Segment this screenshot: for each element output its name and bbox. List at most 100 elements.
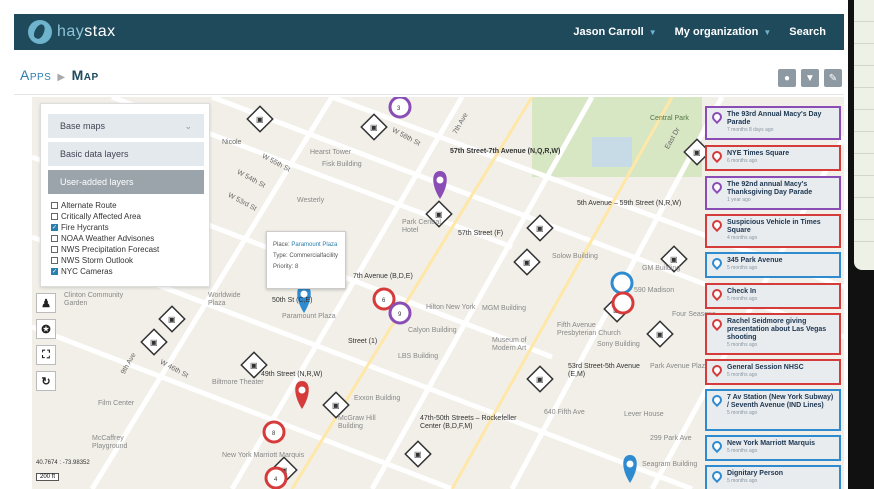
layer-item-noaa[interactable]: NOAA Weather Advisones: [51, 233, 159, 244]
poi-hearst: Hearst Tower: [310, 149, 352, 156]
camera-marker[interactable]: ▣: [322, 391, 350, 419]
camera-marker[interactable]: ▣: [140, 328, 168, 356]
alert-item[interactable]: NYE Times Square 6 months ago: [705, 145, 841, 171]
alert-item[interactable]: Check In 5 months ago: [705, 283, 841, 309]
poi-lbs: LBS Building: [398, 353, 439, 360]
haystax-logo[interactable]: haystax: [28, 20, 116, 44]
logo-prefix: hay: [57, 23, 85, 40]
svg-text:▣: ▣: [256, 115, 264, 124]
alert-item[interactable]: Dignitary Person 5 months ago: [705, 465, 841, 489]
layers-panel: Base maps ⌄ Basic data layers User-added …: [40, 103, 210, 287]
user-menu[interactable]: Jason Carroll ▼: [573, 26, 656, 38]
poi-central-park: Central Park: [650, 115, 689, 122]
poi-hilton: Hilton New York: [426, 304, 476, 311]
svg-text:▣: ▣: [523, 258, 531, 267]
purple-location-pin[interactable]: [433, 171, 447, 199]
subway-label-57th-f: 57th Street (F): [458, 230, 504, 237]
compass-icon[interactable]: ✪: [36, 319, 56, 339]
subway-label-57th-7th: 57th Street-7th Avenue (N,Q,R,W): [450, 148, 561, 155]
tab-basic-data-layers[interactable]: Basic data layers: [48, 142, 204, 166]
page-header: Apps ▶ Map ● ▼ ✎: [14, 50, 844, 95]
red-location-pin[interactable]: [295, 381, 309, 409]
svg-text:▣: ▣: [250, 361, 258, 370]
layer-item-nws-storm[interactable]: NWS Storm Outlook: [51, 255, 159, 266]
alert-item[interactable]: Rachel Seidmore giving presentation abou…: [705, 313, 841, 355]
checkbox[interactable]: [51, 235, 58, 242]
blue-location-pin[interactable]: [623, 455, 637, 483]
logo-icon: [28, 20, 52, 44]
svg-text:▣: ▣: [656, 330, 664, 339]
checkbox[interactable]: [51, 202, 58, 209]
search-link[interactable]: Search: [789, 26, 826, 38]
location-pin-icon: [709, 148, 725, 164]
map-tools: ♟ ✪ ⛶ ↻: [36, 293, 56, 397]
alert-item[interactable]: 345 Park Avenue 5 months ago: [705, 252, 841, 278]
chevron-down-icon: ▼: [648, 27, 657, 37]
poi-lever-house: Lever House: [624, 411, 664, 418]
page-title: Map: [71, 67, 99, 83]
top-nav-bar: haystax Jason Carroll ▼ My organization …: [14, 14, 844, 50]
phone-screen: [854, 0, 874, 270]
poi-westerly: Westerly: [297, 197, 325, 204]
organization-menu[interactable]: My organization ▼: [675, 26, 772, 38]
alert-item[interactable]: 7 Av Station (New York Subway) / Seventh…: [705, 389, 841, 431]
subway-label-5th-59th: 5th Avenue – 59th Street (N,R,W): [577, 200, 682, 207]
alert-item[interactable]: New York Marriott Marquis 5 months ago: [705, 435, 841, 461]
camera-marker[interactable]: ▣: [646, 320, 674, 348]
scale-bar: 200 ft: [36, 473, 60, 481]
alert-item[interactable]: Suspicious Vehicle in Times Square 4 mont…: [705, 214, 841, 248]
layer-item-critically-affected[interactable]: Critically Affected Area: [51, 211, 159, 222]
tab-user-added-layers[interactable]: User-added layers: [48, 170, 204, 194]
cluster-marker[interactable]: [611, 291, 635, 315]
layer-item-nyc-cameras[interactable]: NYC Cameras: [51, 266, 159, 277]
checkbox[interactable]: [51, 246, 58, 253]
svg-text:▣: ▣: [670, 255, 678, 264]
checkbox[interactable]: [51, 213, 58, 220]
subway-label-49th: 49th Street (N,R,W): [261, 371, 323, 378]
camera-marker[interactable]: ▣: [526, 365, 554, 393]
street-nicole: Nicole: [222, 139, 242, 146]
chevron-down-icon: ⌄: [184, 120, 192, 131]
subway-label-47th-50th: 47th-50th Streets – Rockefeller Center (…: [420, 415, 517, 430]
poi-590-madison: 590 Madison: [634, 287, 675, 294]
place-popup: Place: Paramount Plaza Type: Commercialf…: [266, 231, 346, 289]
svg-text:▣: ▣: [693, 148, 701, 157]
camera-marker[interactable]: ▣: [513, 248, 541, 276]
poi-park-ave-plaza: Park Avenue Plaza: [650, 363, 710, 370]
checkbox[interactable]: [51, 257, 58, 264]
popup-priority: Priority: 8: [273, 264, 299, 270]
poi-solow: Solow Building: [552, 253, 598, 260]
checkbox-checked[interactable]: [51, 224, 58, 231]
location-pin-icon: [709, 217, 725, 233]
chevron-right-icon: ▶: [57, 72, 66, 83]
checkbox-checked[interactable]: [51, 268, 58, 275]
filter-icon[interactable]: ▼: [801, 69, 819, 87]
layer-item-fire-hydrants[interactable]: Fire Hycrants: [51, 222, 159, 233]
poi-paramount: Paramount Plaza: [282, 313, 336, 320]
layer-item-alternate-route[interactable]: Alternate Route: [51, 200, 159, 211]
cluster-marker[interactable]: [610, 271, 634, 295]
tab-base-maps[interactable]: Base maps ⌄: [48, 114, 204, 138]
alert-item[interactable]: The 92nd annual Macy's Thanksgiving Day …: [705, 176, 841, 210]
wrench-icon[interactable]: ✎: [824, 69, 842, 87]
refresh-icon[interactable]: ↻: [36, 371, 56, 391]
svg-text:▣: ▣: [168, 315, 176, 324]
location-pin-icon: [709, 362, 725, 378]
popup-place-link[interactable]: Paramount Plaza: [291, 242, 337, 248]
monitor-screen: haystax Jason Carroll ▼ My organization …: [0, 0, 874, 489]
poi-299-park: 299 Park Ave: [650, 435, 692, 442]
alert-item[interactable]: The 93rd Annual Macy's Day Parade 7 month…: [705, 106, 841, 140]
poi-calyon: Calyon Building: [408, 327, 457, 334]
breadcrumb-apps[interactable]: Apps: [20, 67, 51, 83]
poi-mgm: MGM Building: [482, 305, 526, 312]
fullscreen-icon[interactable]: ⛶: [36, 345, 56, 365]
location-pin-icon: [709, 438, 725, 454]
phone-device: [848, 0, 874, 489]
user-icon[interactable]: ♟: [36, 293, 56, 313]
camera-marker[interactable]: ▣: [404, 440, 432, 468]
alert-item[interactable]: General Session NHSC 5 months ago: [705, 359, 841, 385]
camera-marker[interactable]: ▣: [158, 305, 186, 333]
layer-item-nws-precip[interactable]: NWS Precipitation Forecast: [51, 244, 159, 255]
camera-icon[interactable]: ●: [778, 69, 796, 87]
location-pin-icon: [709, 468, 725, 484]
